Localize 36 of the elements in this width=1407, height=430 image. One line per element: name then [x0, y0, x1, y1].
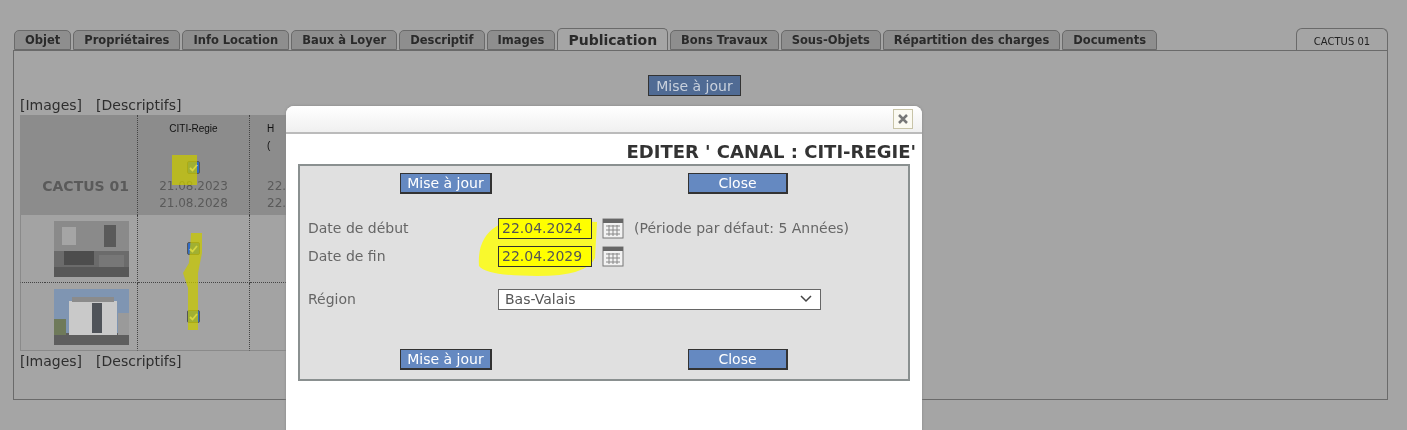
calendar-icon[interactable]: [602, 245, 624, 267]
dialog-title: EDITER ' CANAL : CITI-REGIE': [625, 141, 916, 162]
field-label: Date de fin: [308, 248, 387, 264]
column-header: H: [267, 122, 275, 136]
tab[interactable]: Répartition des charges: [882, 30, 1061, 50]
hint-text: (Période par défaut: 5 Années): [634, 220, 850, 236]
object-tab[interactable]: CACTUS 01: [1296, 28, 1388, 50]
tab[interactable]: Objet: [14, 30, 72, 50]
tab[interactable]: Propriétaires: [73, 30, 181, 50]
update-button[interactable]: Mise à jour: [400, 349, 492, 370]
tab[interactable]: Documents: [1062, 30, 1158, 50]
chevron-down-icon[interactable]: [800, 295, 812, 303]
close-button[interactable]: Close: [688, 173, 788, 194]
tab[interactable]: Baux à Loyer: [291, 30, 398, 50]
update-button[interactable]: Mise à jour: [648, 75, 741, 96]
date-field[interactable]: 22.04.2024: [498, 217, 592, 239]
close-icon[interactable]: [893, 109, 913, 129]
update-button[interactable]: Mise à jour: [400, 173, 492, 194]
link[interactable]: [Images]: [20, 353, 83, 369]
region-select[interactable]: Bas-Valais: [498, 288, 821, 310]
tab[interactable]: Sous-Objets: [780, 30, 881, 50]
tab[interactable]: Info Location: [182, 30, 290, 50]
link[interactable]: [Images]: [20, 97, 83, 113]
tab[interactable]: Images: [486, 30, 556, 50]
tab[interactable]: Descriptif: [399, 30, 485, 50]
date-field[interactable]: 22.04.2029: [498, 245, 592, 267]
close-button[interactable]: Close: [688, 349, 788, 370]
column-header: CITI-Regie: [169, 122, 218, 136]
column-header: (: [267, 139, 271, 153]
field-label: Date de début: [308, 220, 410, 236]
field-label: Région: [308, 291, 357, 307]
link[interactable]: [Descriptifs]: [96, 353, 182, 369]
link[interactable]: [Descriptifs]: [96, 97, 182, 113]
calendar-icon[interactable]: [602, 217, 624, 239]
tab[interactable]: Publication: [557, 28, 669, 50]
tab[interactable]: Bons Travaux: [670, 30, 779, 50]
